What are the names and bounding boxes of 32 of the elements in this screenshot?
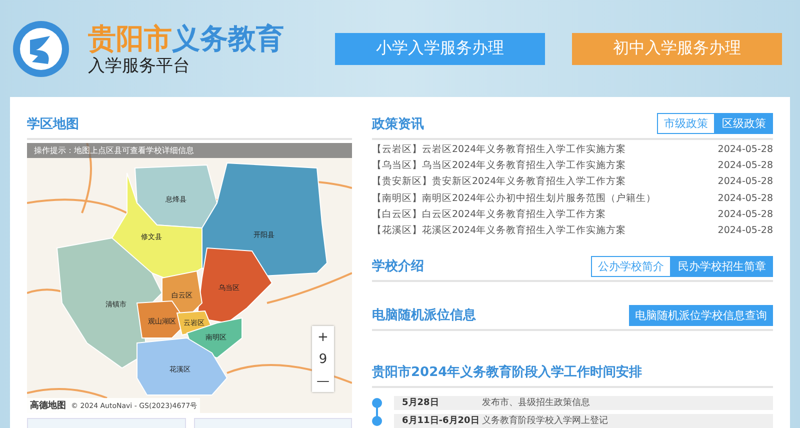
section-title: 学校介绍 [372, 258, 424, 276]
zoom-in-button[interactable]: + [312, 326, 334, 348]
zoom-level: 9 [318, 350, 328, 368]
timeline-dot [372, 398, 382, 408]
news-date: 2024-05-28 [718, 208, 773, 222]
schedule-date: 5月28日 [402, 396, 440, 410]
news-date: 2024-05-28 [718, 142, 773, 157]
news-link[interactable]: 【贵安新区】贵安新区2024年义务教育招生入学工作方案 [372, 174, 626, 191]
news-link[interactable]: 【花溪区】花溪区2024年义务教育招生入学工作实施方案 [372, 223, 626, 240]
section-title: 贵阳市2024年义务教育阶段入学工作时间安排 [372, 364, 642, 382]
map-hint: 操作提示：地图上点区县可查看学校详细信息 [27, 143, 352, 158]
news-link[interactable]: 【南明区】南明区2024年公办初中招生划片服务范围（户籍生） [372, 190, 656, 207]
section-title: 政策资讯 [372, 116, 424, 133]
map-logo: 高德地图 [30, 399, 66, 412]
news-date: 2024-05-28 [718, 224, 773, 238]
zoom-out-button[interactable]: — [312, 370, 334, 392]
news-link[interactable]: 【白云区】白云区2024年义务教育招生入学工作方案 [372, 206, 606, 224]
timeline-dot [372, 416, 382, 426]
site-subtitle: 入学服务平台 [88, 56, 191, 76]
schedule-text: 发布市、县级招生政策信息 [482, 396, 590, 410]
news-date: 2024-05-28 [718, 159, 773, 174]
site-title-part: 义务教育 [172, 22, 284, 56]
schedule-date: 6月11日-6月20日 [402, 414, 480, 428]
news-link[interactable]: 【乌当区】乌当区2024年义务教育招生入学工作实施方案 [372, 158, 626, 174]
news-link[interactable]: 【云岩区】云岩区2024年义务教育招生入学工作实施方案 [372, 142, 626, 158]
site-title-part: 贵阳市 [88, 22, 172, 56]
news-date: 2024-05-28 [718, 192, 773, 206]
news-date: 2024-05-28 [718, 175, 773, 190]
section-title: 电脑随机派位信息 [372, 306, 476, 324]
schedule-text: 义务教育阶段学校入学网上登记 [482, 414, 608, 428]
section-title: 学区地图 [27, 116, 79, 133]
logo-icon [12, 20, 70, 78]
